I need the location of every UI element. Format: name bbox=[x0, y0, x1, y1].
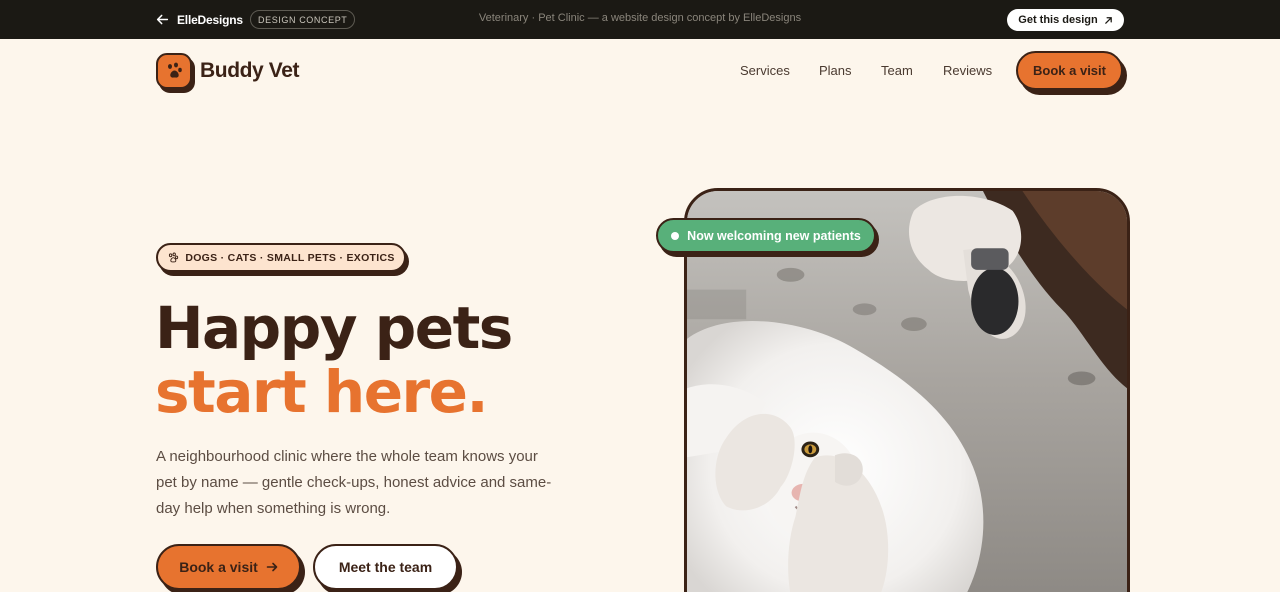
hero-book-visit-button[interactable]: Book a visit bbox=[156, 544, 301, 590]
get-design-button[interactable]: Get this design bbox=[1007, 9, 1124, 31]
status-dot-icon bbox=[671, 231, 680, 240]
hero-book-visit-label: Book a visit bbox=[179, 559, 258, 575]
new-patients-label: Now welcoming new patients bbox=[687, 228, 861, 243]
site-logo[interactable]: Buddy Vet bbox=[156, 53, 299, 89]
pet-types-label: DOGS · CATS · SMALL PETS · EXOTICS bbox=[185, 251, 395, 264]
new-patients-status: Now welcoming new patients bbox=[656, 218, 876, 253]
get-design-label: Get this design bbox=[1018, 14, 1098, 26]
nav-link-reviews[interactable]: Reviews bbox=[943, 63, 992, 78]
hero-title-line2: start here. bbox=[155, 358, 489, 426]
arrow-right-icon bbox=[266, 562, 278, 572]
nav-link-plans[interactable]: Plans bbox=[819, 63, 852, 78]
meet-team-button[interactable]: Meet the team bbox=[313, 544, 458, 590]
nav-link-services[interactable]: Services bbox=[740, 63, 790, 78]
nav-link-team[interactable]: Team bbox=[881, 63, 913, 78]
hero-description: A neighbourhood clinic where the whole t… bbox=[156, 448, 552, 517]
paw-icon bbox=[169, 251, 179, 262]
hero-title-line1: Happy pets bbox=[155, 294, 513, 362]
pet-types-tag: DOGS · CATS · SMALL PETS · EXOTICS bbox=[156, 243, 406, 272]
arrow-up-right-icon bbox=[1104, 16, 1112, 24]
logo-text: Buddy Vet bbox=[200, 59, 300, 82]
nav-book-visit-button[interactable]: Book a visit bbox=[1016, 51, 1123, 90]
paw-icon bbox=[156, 53, 192, 89]
hero-title: Happy pets start here. bbox=[155, 294, 513, 426]
design-showcase-bar: ElleDesigns DESIGN CONCEPT Veterinary · … bbox=[0, 0, 1280, 39]
